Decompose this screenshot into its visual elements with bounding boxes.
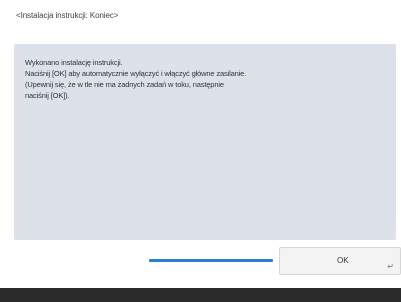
ok-button-label: OK (337, 256, 349, 265)
message-line-1: Wykonano instalację instrukcji. (25, 58, 123, 67)
ok-button[interactable]: OK ↵ (279, 247, 401, 275)
bottom-status-bar (0, 288, 401, 302)
message-panel: Wykonano instalację instrukcji. Naciśnij… (14, 44, 396, 240)
install-complete-screen: <Instalacja instrukcji: Koniec> Wykonano… (0, 0, 401, 302)
message-line-3: (Upewnij się, że w tle nie ma żadnych za… (25, 80, 224, 89)
screen-title: <Instalacja instrukcji: Koniec> (16, 11, 119, 20)
message-line-4: naciśnij [OK]). (25, 91, 70, 100)
return-arrow-icon: ↵ (387, 262, 394, 271)
message-line-2: Naciśnij [OK] aby automatycznie wyłączyć… (25, 69, 247, 78)
progress-indicator (149, 259, 273, 262)
